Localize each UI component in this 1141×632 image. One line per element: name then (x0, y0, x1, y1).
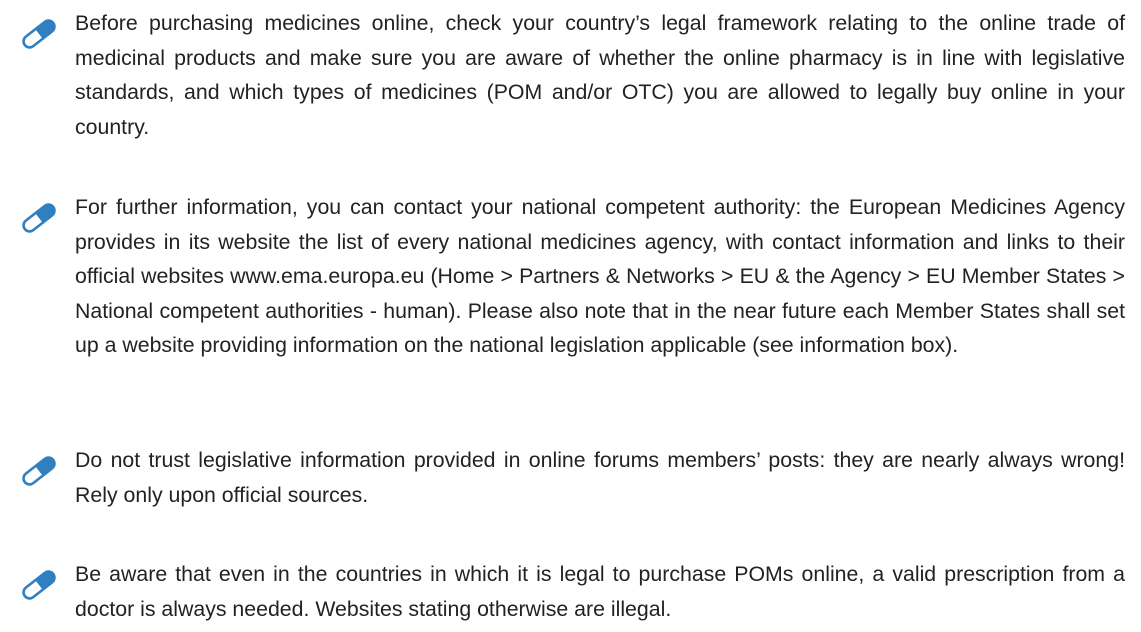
tip-text: Before purchasing medicines online, chec… (75, 11, 1125, 139)
tip-text: Be aware that even in the countries in w… (75, 562, 1125, 621)
pill-capsule-icon (22, 456, 56, 486)
tip-text: For further information, you can contact… (75, 195, 1125, 357)
pill-capsule-icon (22, 19, 56, 49)
pill-capsule-icon (22, 570, 56, 600)
tip-text: Do not trust legislative information pro… (75, 448, 1125, 507)
pill-capsule-icon (22, 203, 56, 233)
